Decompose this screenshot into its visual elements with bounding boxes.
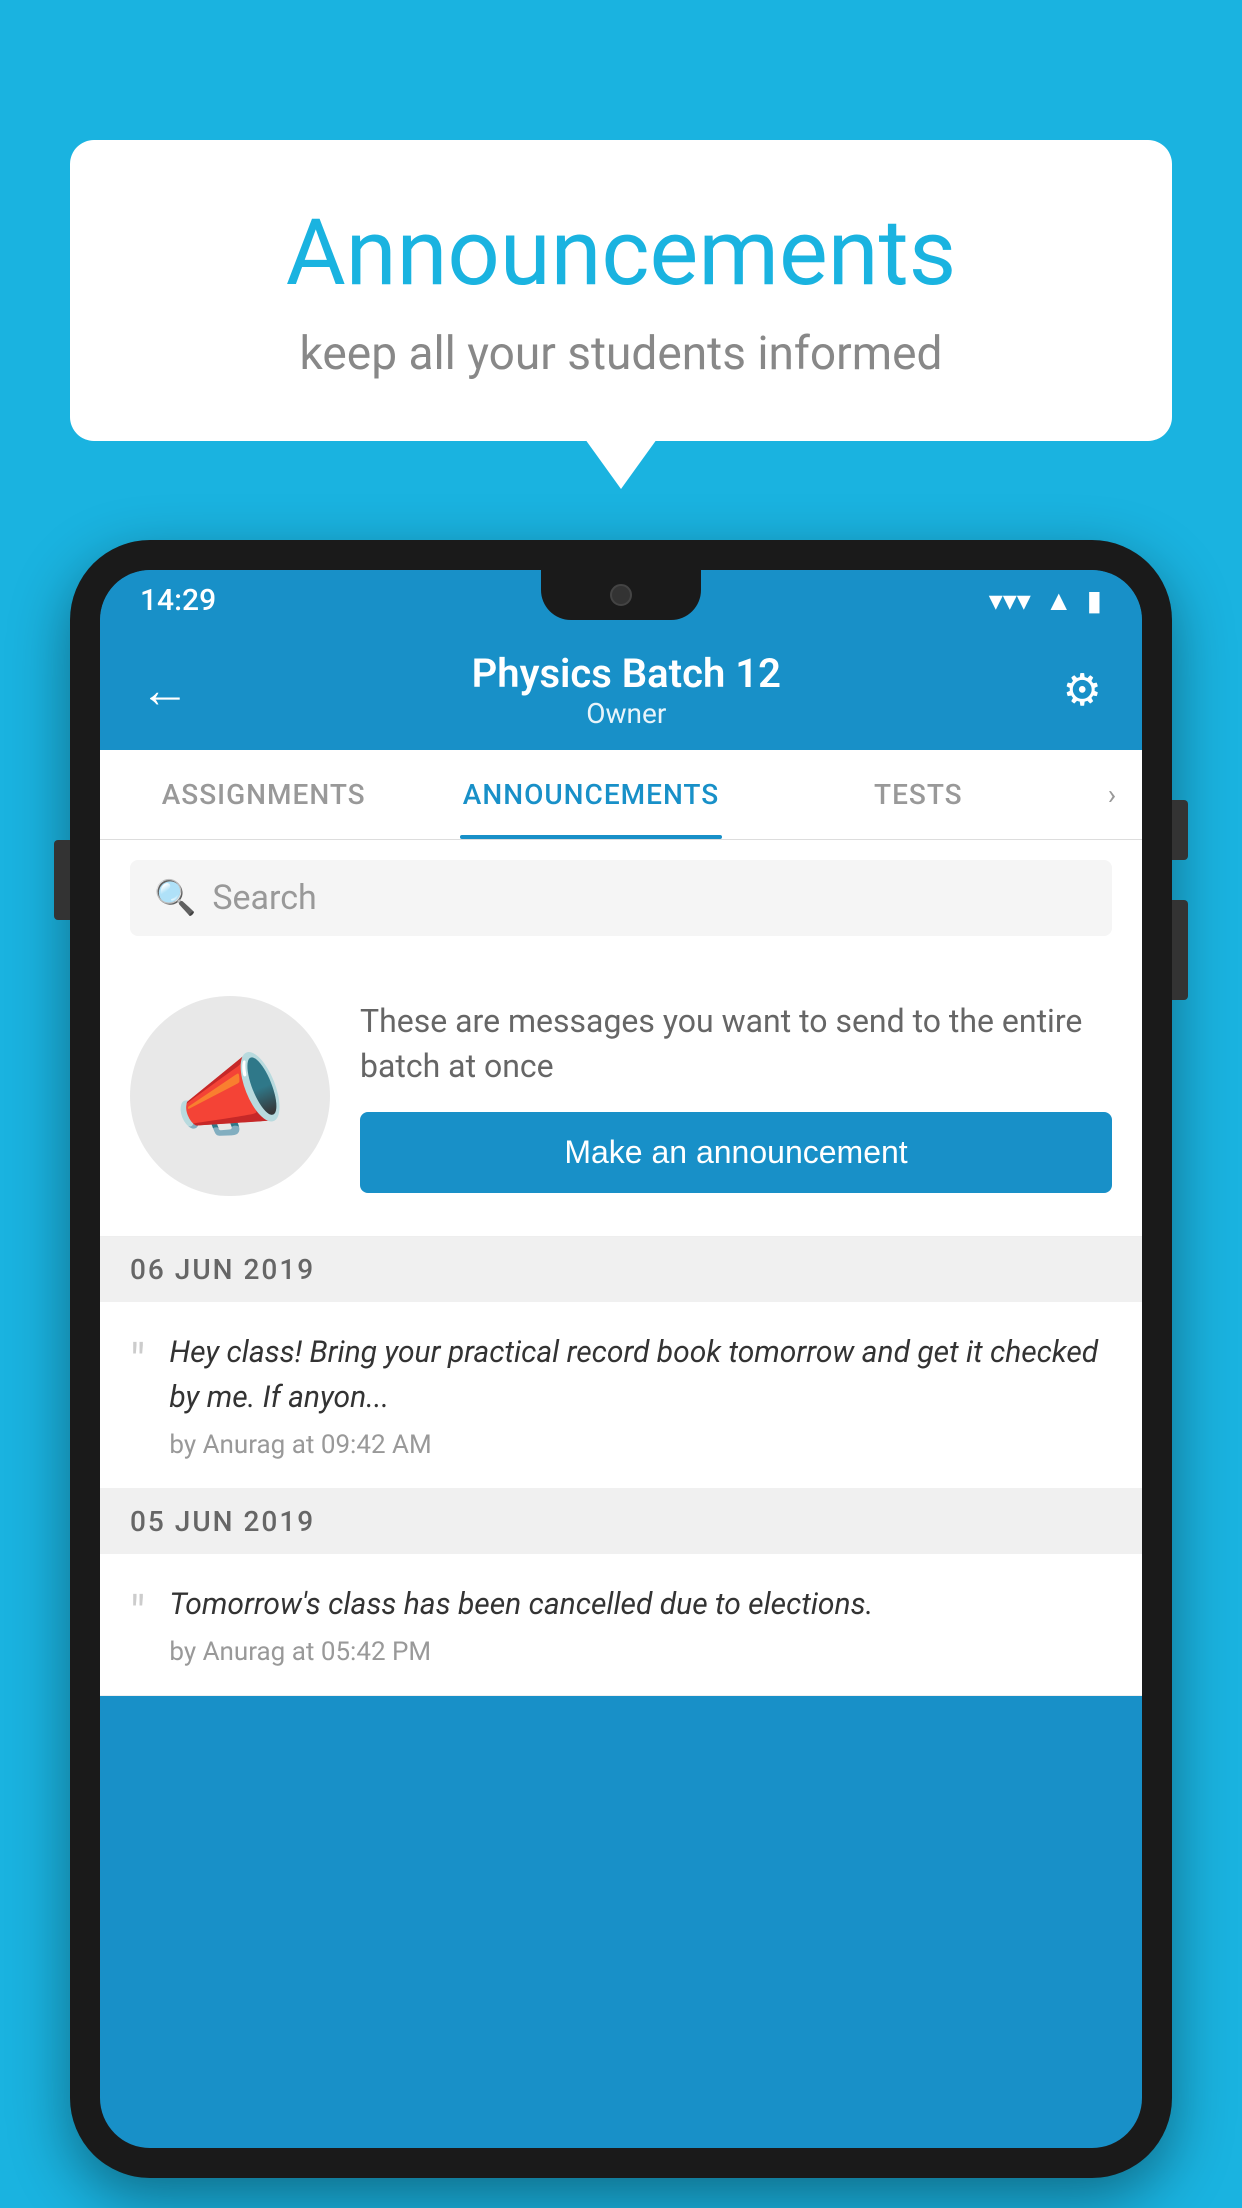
phone-notch (541, 570, 701, 620)
search-placeholder: Search (212, 878, 316, 918)
wifi-icon: ▾▾▾ (989, 584, 1031, 617)
date-separator-2: 05 JUN 2019 (100, 1489, 1142, 1554)
phone-screen: 14:29 ▾▾▾ ▲ ▮ ← Physics Batch 12 Owner ⚙ (100, 570, 1142, 2148)
tab-bar: ASSIGNMENTS ANNOUNCEMENTS TESTS › (100, 750, 1142, 840)
date-separator-1: 06 JUN 2019 (100, 1237, 1142, 1302)
tab-tests[interactable]: TESTS (755, 750, 1082, 839)
volume-button (54, 840, 70, 920)
volume-down-button (1172, 900, 1188, 1000)
back-button[interactable]: ← (140, 661, 190, 720)
search-icon: 🔍 (154, 878, 196, 918)
status-icons: ▾▾▾ ▲ ▮ (989, 584, 1102, 617)
front-camera (610, 584, 632, 606)
announcement-meta-1: by Anurag at 09:42 AM (169, 1430, 1112, 1460)
promo-right: These are messages you want to send to t… (360, 999, 1112, 1194)
announcement-content-2: Tomorrow's class has been cancelled due … (169, 1582, 1112, 1667)
settings-button[interactable]: ⚙ (1063, 664, 1102, 716)
announcement-text-2: Tomorrow's class has been cancelled due … (169, 1582, 1112, 1627)
phone-container: 14:29 ▾▾▾ ▲ ▮ ← Physics Batch 12 Owner ⚙ (70, 540, 1172, 2178)
make-announcement-button[interactable]: Make an announcement (360, 1112, 1112, 1193)
content-area: ASSIGNMENTS ANNOUNCEMENTS TESTS › 🔍 Sear… (100, 750, 1142, 1696)
announcement-meta-2: by Anurag at 05:42 PM (169, 1637, 1112, 1667)
tab-announcements[interactable]: ANNOUNCEMENTS (427, 750, 754, 839)
megaphone-icon: 📣 (174, 1044, 286, 1149)
tab-more[interactable]: › (1082, 750, 1142, 839)
signal-icon: ▲ (1045, 584, 1073, 617)
quote-icon-2: " (130, 1590, 145, 1638)
promo-icon-circle: 📣 (130, 996, 330, 1196)
announcement-item-2[interactable]: " Tomorrow's class has been cancelled du… (100, 1554, 1142, 1696)
app-bar: ← Physics Batch 12 Owner ⚙ (100, 630, 1142, 750)
announcement-item-1[interactable]: " Hey class! Bring your practical record… (100, 1302, 1142, 1489)
announcement-content-1: Hey class! Bring your practical record b… (169, 1330, 1112, 1460)
promo-description: These are messages you want to send to t… (360, 999, 1112, 1089)
promo-area: 📣 These are messages you want to send to… (100, 956, 1142, 1237)
battery-icon: ▮ (1087, 584, 1102, 617)
bubble-subtitle: keep all your students informed (150, 327, 1092, 381)
status-time: 14:29 (140, 583, 216, 618)
batch-role: Owner (472, 697, 781, 730)
speech-bubble-container: Announcements keep all your students inf… (70, 140, 1172, 441)
app-bar-title: Physics Batch 12 Owner (472, 650, 781, 730)
announcement-text-1: Hey class! Bring your practical record b… (169, 1330, 1112, 1420)
batch-name: Physics Batch 12 (472, 650, 781, 697)
bubble-title: Announcements (150, 200, 1092, 307)
search-input-container[interactable]: 🔍 Search (130, 860, 1112, 936)
phone-outer: 14:29 ▾▾▾ ▲ ▮ ← Physics Batch 12 Owner ⚙ (70, 540, 1172, 2178)
power-button (1172, 800, 1188, 860)
speech-bubble: Announcements keep all your students inf… (70, 140, 1172, 441)
tab-assignments[interactable]: ASSIGNMENTS (100, 750, 427, 839)
quote-icon-1: " (130, 1338, 145, 1386)
search-bar: 🔍 Search (100, 840, 1142, 956)
